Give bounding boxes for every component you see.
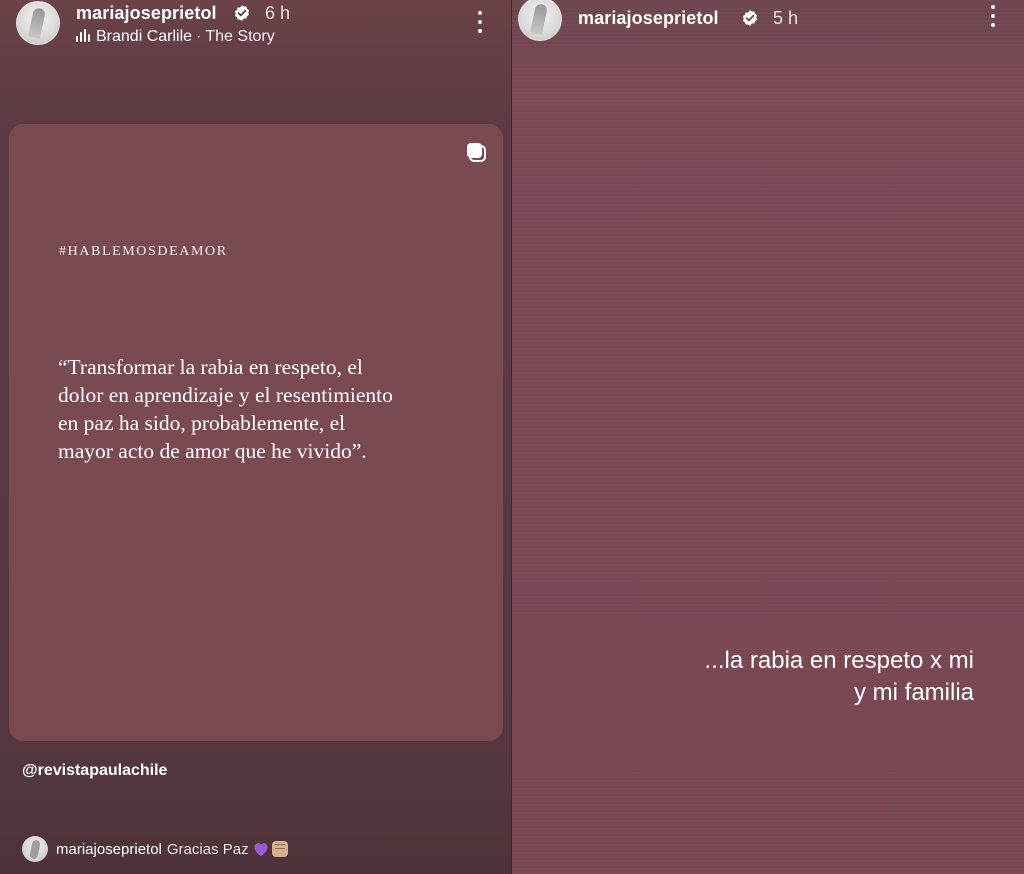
raised-fist-emoji [271,841,288,857]
more-vertical-icon[interactable] [476,9,484,35]
caption-line-1: ...la rabia en respeto x mi [704,647,974,674]
story-header: mariajoseprietol 6 h Brandi Carlile · Th… [0,0,512,56]
story-left: mariajoseprietol 6 h Brandi Carlile · Th… [0,0,512,874]
avatar-figure [530,3,548,35]
card-hashtag: #HABLEMOSDEAMOR [59,244,228,259]
shared-post-card[interactable]: #HABLEMOSDEAMOR “Transformar la rabia en… [9,124,503,741]
post-time: 6 h [265,3,291,23]
purple-heart-emoji [254,843,268,857]
verified-badge-icon [234,5,250,21]
mention-sticker[interactable]: @revistapaulachile [22,762,167,780]
user-avatar[interactable] [16,1,60,45]
post-time: 5 h [773,8,799,28]
card-quote: “Transformar la rabia en respeto, el dol… [58,355,393,463]
story-caption: ...la rabia en respeto x mi y mi familia [634,645,974,709]
music-attribution[interactable]: Brandi Carlile · The Story [76,27,275,47]
caption-line-2: y mi familia [853,679,974,706]
avatar-figure [28,7,46,39]
reply-row: mariajoseprietol Gracias Paz [22,835,288,863]
reply-text: Gracias Paz [166,840,249,858]
story-right: mariajoseprietol 5 h ...la rabia en resp… [512,0,1024,874]
username[interactable]: mariajoseprietol [578,8,719,29]
username[interactable]: mariajoseprietol [76,3,217,24]
music-artist: Brandi Carlile [96,28,193,45]
reply-username[interactable]: mariajoseprietol [56,841,162,858]
more-vertical-icon[interactable] [989,3,997,29]
audio-bars-icon [76,29,92,44]
reply-avatar[interactable] [22,836,48,862]
story-header: mariajoseprietol 5 h [512,0,1024,56]
verified-badge-icon [742,10,758,26]
music-separator: · [196,28,202,45]
sticker-copy-icon [467,143,486,162]
user-avatar[interactable] [518,0,562,41]
music-song: The Story [205,28,275,45]
